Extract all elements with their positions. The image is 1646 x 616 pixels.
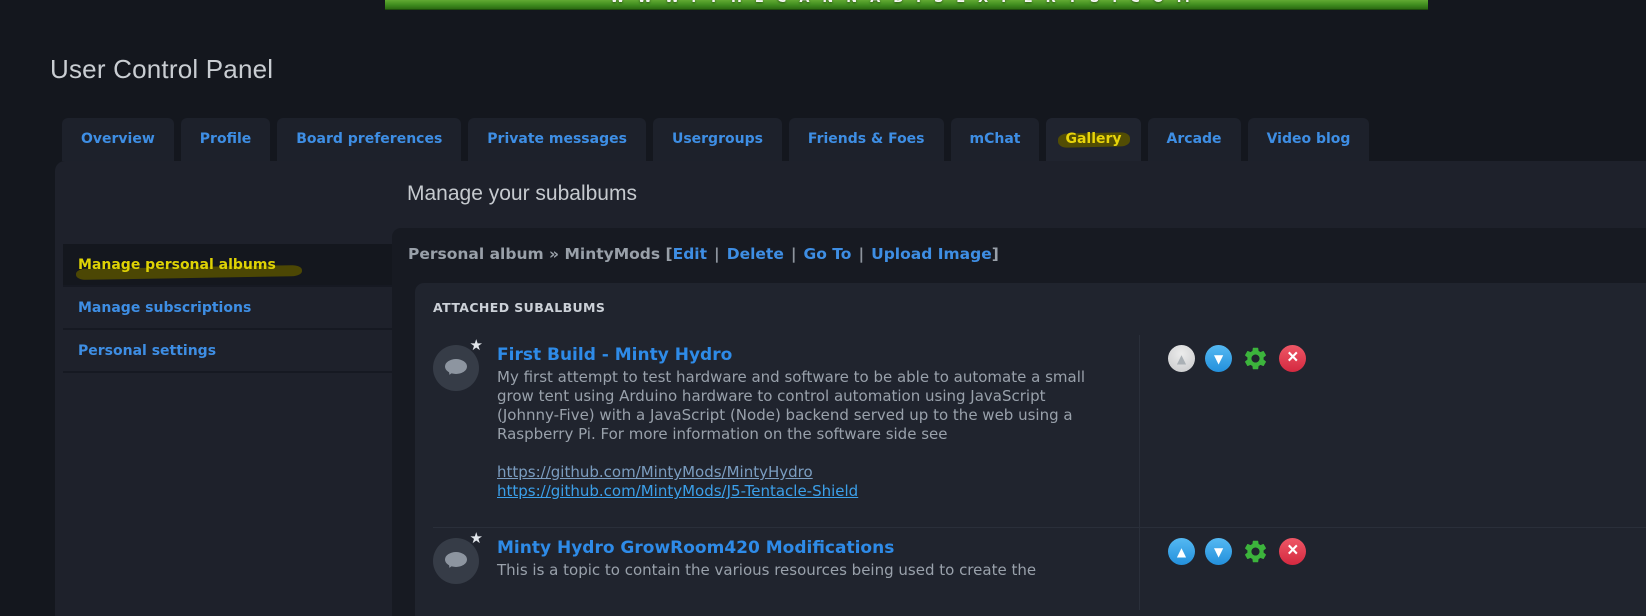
breadcrumb-link-go-to[interactable]: Go To xyxy=(804,245,852,263)
down-arrow-icon: ▼ xyxy=(1214,353,1223,365)
ucp-tab-bar: Overview Profile Board preferences Priva… xyxy=(62,118,1369,161)
github-link[interactable]: https://github.com/MintyMods/J5-Tentacle… xyxy=(497,482,1139,501)
subalbum-main: ★ First Build - Minty Hydro My first att… xyxy=(433,335,1139,527)
tab-label: Video blog xyxy=(1267,131,1351,147)
gear-icon xyxy=(1242,345,1269,372)
edit-subalbum-button[interactable] xyxy=(1242,538,1269,565)
breadcrumb-separator: | xyxy=(791,245,797,263)
delete-subalbum-button[interactable]: × xyxy=(1279,345,1306,372)
breadcrumb-link-upload-image[interactable]: Upload Image xyxy=(871,245,992,263)
star-icon: ★ xyxy=(470,338,483,353)
delete-subalbum-button[interactable]: × xyxy=(1279,538,1306,565)
down-arrow-icon: ▼ xyxy=(1214,546,1223,558)
tab-arcade[interactable]: Arcade xyxy=(1148,118,1241,161)
tab-friends-foes[interactable]: Friends & Foes xyxy=(789,118,944,161)
tab-gallery[interactable]: Gallery xyxy=(1046,118,1140,161)
sidebar-item-label: Personal settings xyxy=(78,343,216,359)
subalbum-text: First Build - Minty Hydro My first attem… xyxy=(497,345,1139,501)
subalbum-description: My first attempt to test hardware and so… xyxy=(497,368,1089,444)
tab-private-messages[interactable]: Private messages xyxy=(468,118,646,161)
sidebar-item-label: Manage personal albums xyxy=(78,257,276,273)
move-up-button[interactable]: ▲ xyxy=(1168,538,1195,565)
sidebar-item-manage-personal-albums[interactable]: Manage personal albums xyxy=(63,244,400,287)
section-title: Manage your subalbums xyxy=(407,182,637,206)
ucp-panel: Manage personal albums Manage subscripti… xyxy=(55,161,1646,616)
subalbum-main: ★ Minty Hydro GrowRoom420 Modifications … xyxy=(433,528,1139,610)
subalbum-actions: ▲ ▼ × xyxy=(1139,528,1646,610)
tab-label: Overview xyxy=(81,131,155,147)
edit-subalbum-button[interactable] xyxy=(1242,345,1269,372)
banner-text: WWW.THECANNABISEXPERTS.COM xyxy=(385,0,1428,8)
sidebar-item-manage-subscriptions[interactable]: Manage subscriptions xyxy=(63,287,400,330)
up-arrow-icon: ▲ xyxy=(1177,546,1186,558)
tab-label: Profile xyxy=(200,131,251,147)
subalbum-actions: ▲ ▼ × xyxy=(1139,335,1646,527)
ucp-sidebar: Manage personal albums Manage subscripti… xyxy=(63,244,400,373)
move-up-button[interactable]: ▲ xyxy=(1168,345,1195,372)
tab-label: Gallery xyxy=(1065,131,1121,147)
subalbum-title-link[interactable]: Minty Hydro GrowRoom420 Modifications xyxy=(497,538,894,558)
panel-heading: ATTACHED SUBALBUMS xyxy=(433,300,1646,315)
breadcrumb-separator: | xyxy=(858,245,864,263)
breadcrumb-suffix: ] xyxy=(992,245,999,263)
tab-label: mChat xyxy=(970,131,1021,147)
sidebar-item-label: Manage subscriptions xyxy=(78,300,251,316)
speech-bubble-icon xyxy=(445,359,467,374)
attached-subalbums-panel: ATTACHED SUBALBUMS ★ First Build - Minty… xyxy=(415,283,1646,616)
tab-label: Arcade xyxy=(1167,131,1222,147)
breadcrumb: Personal album » MintyMods [Edit | Delete |… xyxy=(392,228,1646,263)
tab-video-blog[interactable]: Video blog xyxy=(1248,118,1370,161)
subalbum-description: This is a topic to contain the various r… xyxy=(497,561,1089,580)
tab-profile[interactable]: Profile xyxy=(181,118,270,161)
breadcrumb-link-edit[interactable]: Edit xyxy=(673,245,707,263)
move-down-button[interactable]: ▼ xyxy=(1205,538,1232,565)
subalbum-title-link[interactable]: First Build - Minty Hydro xyxy=(497,345,732,365)
x-icon: × xyxy=(1287,348,1298,367)
content-panel: Personal album » MintyMods [Edit | Delete |… xyxy=(392,228,1646,616)
tab-usergroups[interactable]: Usergroups xyxy=(653,118,782,161)
breadcrumb-prefix: Personal album » MintyMods [ xyxy=(408,245,673,263)
sidebar-item-personal-settings[interactable]: Personal settings xyxy=(63,330,400,373)
subalbum-text: Minty Hydro GrowRoom420 Modifications Th… xyxy=(497,538,1139,584)
tab-label: Friends & Foes xyxy=(808,131,925,147)
github-link[interactable]: https://github.com/MintyMods/MintyHydro xyxy=(497,463,1139,482)
tab-mchat[interactable]: mChat xyxy=(951,118,1040,161)
subalbum-row: ★ First Build - Minty Hydro My first att… xyxy=(433,335,1646,527)
tab-label: Usergroups xyxy=(672,131,763,147)
speech-bubble-icon xyxy=(445,552,467,567)
site-banner[interactable]: WWW.THECANNABISEXPERTS.COM xyxy=(385,0,1428,10)
up-arrow-icon: ▲ xyxy=(1177,353,1186,365)
move-down-button[interactable]: ▼ xyxy=(1205,345,1232,372)
tab-overview[interactable]: Overview xyxy=(62,118,174,161)
subalbum-avatar: ★ xyxy=(433,345,479,391)
x-icon: × xyxy=(1287,541,1298,560)
breadcrumb-link-delete[interactable]: Delete xyxy=(727,245,784,263)
subalbum-row: ★ Minty Hydro GrowRoom420 Modifications … xyxy=(433,527,1646,610)
breadcrumb-separator: | xyxy=(714,245,720,263)
subalbum-links: https://github.com/MintyMods/MintyHydro … xyxy=(497,463,1139,501)
star-icon: ★ xyxy=(470,531,483,546)
tab-label: Board preferences xyxy=(296,131,442,147)
subalbum-avatar: ★ xyxy=(433,538,479,584)
gear-icon xyxy=(1242,538,1269,565)
page-title: User Control Panel xyxy=(50,54,273,85)
tab-label: Private messages xyxy=(487,131,627,147)
tab-board-preferences[interactable]: Board preferences xyxy=(277,118,461,161)
